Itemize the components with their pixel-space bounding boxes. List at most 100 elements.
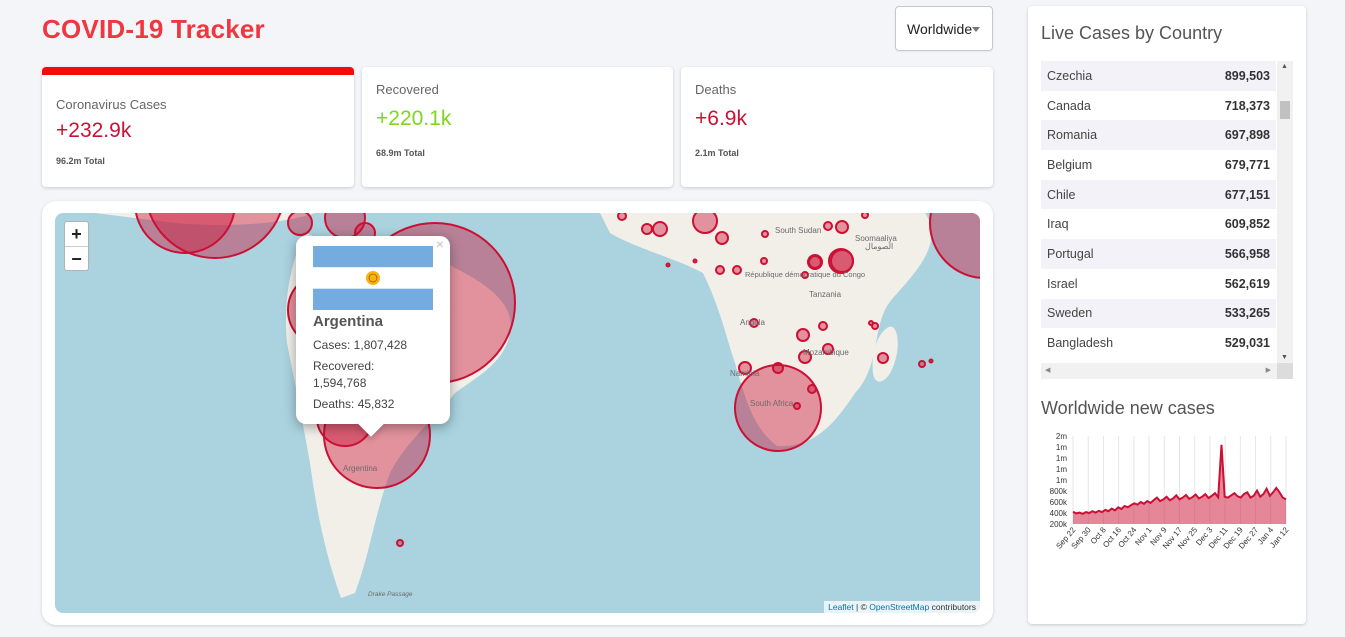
case-circle[interactable] xyxy=(760,257,768,265)
scrollbar-corner xyxy=(1277,363,1293,379)
osm-link[interactable]: OpenStreetMap xyxy=(869,602,929,612)
case-circle[interactable] xyxy=(807,384,817,394)
case-circle[interactable] xyxy=(918,360,926,368)
y-tick-label: 1m xyxy=(1056,443,1067,452)
case-circle[interactable] xyxy=(692,258,698,264)
case-circle[interactable] xyxy=(617,213,627,221)
country-cases: 566,958 xyxy=(1224,246,1270,261)
scroll-down-icon[interactable]: ▼ xyxy=(1281,354,1288,361)
attribution-suffix: contributors xyxy=(929,602,976,612)
case-circle[interactable] xyxy=(641,223,653,235)
case-circle[interactable] xyxy=(652,221,668,237)
map-label: South Sudan xyxy=(775,226,821,235)
map-label: Drake Passage xyxy=(368,591,413,598)
map-panel: South Sudan Soomaaliya الصومال Républiqu… xyxy=(42,201,993,625)
country-name: Iraq xyxy=(1047,217,1069,232)
case-circle[interactable] xyxy=(665,262,671,268)
table-row: Canada 718,373 xyxy=(1041,91,1276,121)
zoom-control: + − xyxy=(64,221,89,271)
case-circle[interactable] xyxy=(796,328,810,342)
case-circle[interactable] xyxy=(793,402,801,410)
country-name: Sweden xyxy=(1047,306,1093,321)
case-circle[interactable] xyxy=(818,321,828,331)
case-circle[interactable] xyxy=(715,231,729,245)
country-name: Israel xyxy=(1047,276,1078,291)
table-row: Iraq 609,852 xyxy=(1041,209,1276,239)
country-cases: 899,503 xyxy=(1224,68,1270,83)
leaflet-link[interactable]: Leaflet xyxy=(828,602,854,612)
scroll-thumb[interactable] xyxy=(1280,101,1290,119)
country-name: Romania xyxy=(1047,128,1098,143)
table-row: Bangladesh 529,031 xyxy=(1041,328,1276,358)
new-cases-chart: 2m1m1m1m1m800k600k400k200kSep 22Sep 30Oc… xyxy=(1050,432,1291,551)
argentina-flag-image xyxy=(313,246,433,310)
horizontal-scrollbar[interactable]: ◀ ▶ xyxy=(1041,363,1293,379)
recovered-card[interactable]: Recovered +220.1k 68.9m Total xyxy=(362,67,673,187)
case-circle[interactable] xyxy=(807,254,823,270)
case-circle[interactable] xyxy=(761,230,769,238)
popup-cases: Cases: 1,807,428 xyxy=(313,338,408,352)
map-label: Mozambique xyxy=(803,348,849,357)
map-label: South Africa xyxy=(750,399,794,408)
scroll-up-icon[interactable]: ▲ xyxy=(1281,63,1288,70)
country-select[interactable]: Worldwide xyxy=(895,6,993,51)
vertical-scrollbar[interactable]: ▲ ▼ xyxy=(1277,61,1293,363)
case-circle[interactable] xyxy=(287,213,313,236)
chart-title: Worldwide new cases xyxy=(1041,398,1215,418)
case-circle[interactable] xyxy=(928,358,934,364)
case-circle[interactable] xyxy=(772,362,784,374)
cases-card[interactable]: Coronavirus Cases +232.9k 96.2m Total xyxy=(42,67,354,187)
y-tick-label: 1m xyxy=(1056,465,1067,474)
table-row: Czechia 899,503 xyxy=(1041,61,1276,91)
country-table[interactable]: Czechia 899,503 Canada 718,373 Romania 697,89… xyxy=(1041,61,1293,379)
country-select-value: Worldwide xyxy=(907,20,973,37)
recovered-card-total: 68.9m Total xyxy=(376,148,425,158)
case-circle[interactable] xyxy=(861,213,869,219)
case-circle[interactable] xyxy=(396,539,404,547)
y-tick-label: 800k xyxy=(1050,487,1068,496)
case-circle[interactable] xyxy=(830,249,854,273)
country-cases: 562,619 xyxy=(1224,276,1270,291)
case-circle[interactable] xyxy=(835,220,849,234)
country-cases: 533,265 xyxy=(1224,306,1270,321)
y-tick-label: 400k xyxy=(1050,509,1068,518)
table-row: Romania 697,898 xyxy=(1041,120,1276,151)
case-circle[interactable] xyxy=(715,265,725,275)
case-circle[interactable] xyxy=(877,352,889,364)
close-icon[interactable]: × xyxy=(436,236,444,252)
case-circle[interactable] xyxy=(732,265,742,275)
zoom-in-button[interactable]: + xyxy=(65,222,88,246)
world-map[interactable]: South Sudan Soomaaliya الصومال Républiqu… xyxy=(55,213,980,613)
map-label: République démocratique du Congo xyxy=(745,270,865,279)
scroll-right-icon[interactable]: ▶ xyxy=(1266,366,1271,374)
zoom-out-button[interactable]: − xyxy=(65,246,88,270)
map-label: الصومال xyxy=(865,242,893,251)
table-row: Chile 677,151 xyxy=(1041,179,1276,210)
map-label: Angola xyxy=(740,318,765,327)
y-tick-label: 200k xyxy=(1050,520,1068,529)
cases-card-label: Coronavirus Cases xyxy=(56,97,167,112)
case-circle[interactable] xyxy=(692,213,718,234)
case-circle[interactable] xyxy=(871,322,879,330)
recovered-card-label: Recovered xyxy=(376,82,439,97)
popup-country-name: Argentina xyxy=(313,313,384,330)
popup-recovered-label: Recovered: xyxy=(313,359,375,373)
popup-recovered-value: 1,594,768 xyxy=(313,376,367,390)
case-circle[interactable] xyxy=(823,221,833,231)
deaths-card-label: Deaths xyxy=(695,82,737,97)
country-name: Portugal xyxy=(1047,246,1094,261)
deaths-card[interactable]: Deaths +6.9k 2.1m Total xyxy=(681,67,993,187)
country-name: Czechia xyxy=(1047,68,1093,83)
attribution-separator: | © xyxy=(853,602,870,612)
case-circle[interactable] xyxy=(145,213,285,259)
country-name: Chile xyxy=(1047,187,1076,202)
case-circle[interactable] xyxy=(929,213,980,279)
y-tick-label: 1m xyxy=(1056,476,1067,485)
app-title: COVID-19 Tracker xyxy=(42,14,265,44)
scroll-left-icon[interactable]: ◀ xyxy=(1045,366,1050,374)
table-row: Israel 562,619 xyxy=(1041,269,1276,299)
map-label: Argentina xyxy=(343,464,378,473)
map-label: Namibia xyxy=(730,369,760,378)
y-tick-label: 1m xyxy=(1056,454,1067,463)
country-cases: 529,031 xyxy=(1224,336,1270,351)
